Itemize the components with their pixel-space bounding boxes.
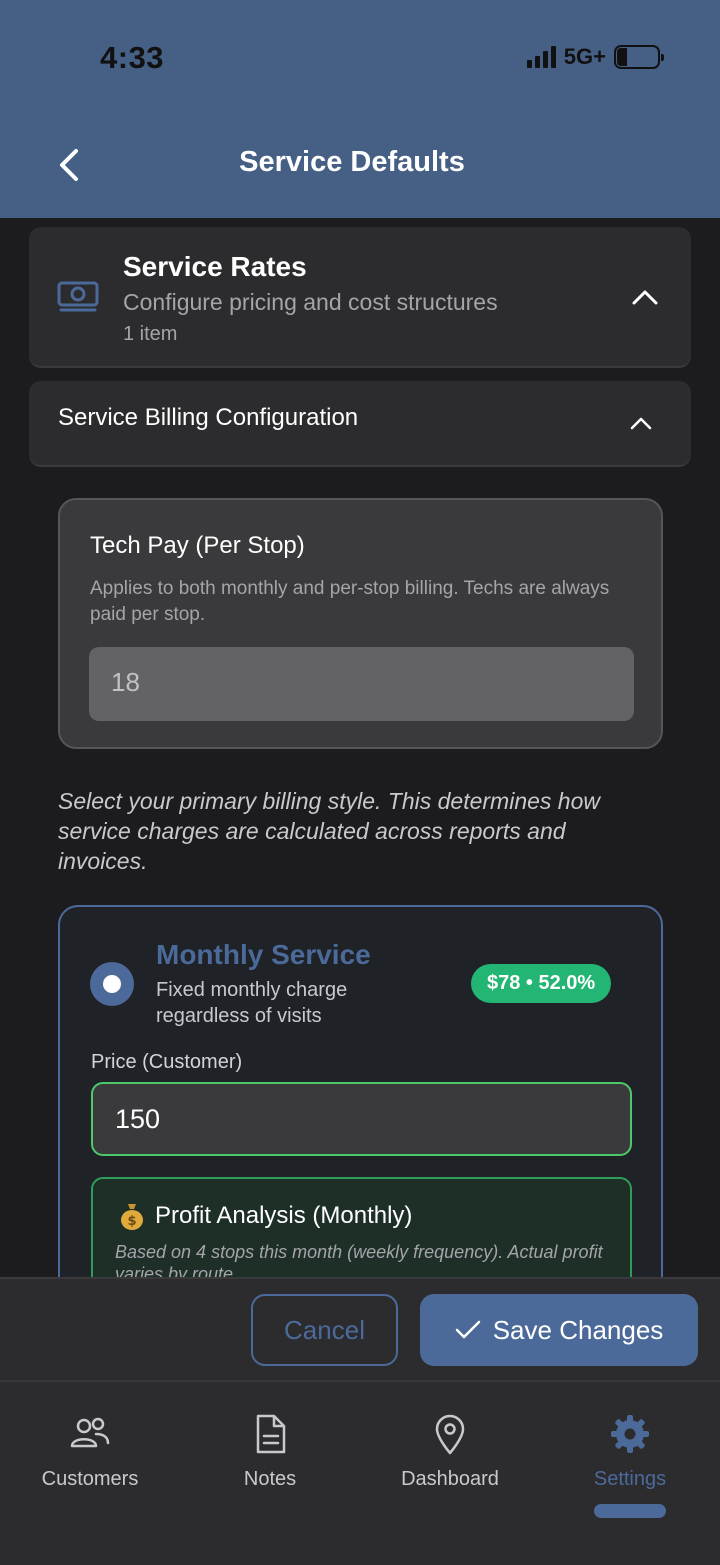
battery-icon: 22 (614, 45, 664, 69)
active-tab-indicator (594, 1504, 666, 1518)
action-bar: Cancel Save Changes (0, 1277, 720, 1380)
tech-pay-card: Tech Pay (Per Stop) Applies to both mont… (58, 498, 663, 749)
save-changes-button[interactable]: Save Changes (420, 1294, 698, 1366)
svg-text:$: $ (127, 1214, 136, 1229)
bottom-tab-bar: Customers Notes Dashboard Settings (0, 1380, 720, 1565)
map-pin-icon (435, 1414, 465, 1455)
chevron-up-icon[interactable] (631, 287, 659, 307)
tab-label: Notes (243, 1468, 297, 1490)
tech-pay-description: Applies to both monthly and per-stop bil… (90, 578, 610, 625)
option-title: Monthly Service (156, 939, 371, 970)
tab-customers[interactable]: Customers (0, 1412, 180, 1491)
tab-label: Dashboard (401, 1468, 499, 1490)
section-title: Service Billing Configuration (58, 404, 359, 431)
tab-label: Settings (593, 1468, 667, 1490)
status-indicators: 5G+ 22 (526, 44, 664, 70)
signal-icon (526, 46, 556, 68)
network-label: 5G+ (563, 44, 606, 69)
save-label: Save Changes (492, 1314, 664, 1345)
radio-selected[interactable] (90, 962, 134, 1006)
profit-analysis-title-row: $ Profit Analysis (Monthly) (119, 1201, 412, 1231)
battery-level: 22 (627, 47, 647, 66)
section-title: Service Rates (123, 251, 307, 282)
app-header: 4:33 5G+ 22 Service Defaults (0, 0, 720, 218)
tab-dashboard[interactable]: Dashboard (360, 1412, 540, 1491)
money-bag-icon: $ (121, 1204, 143, 1230)
section-subtitle: Configure pricing and cost structures (123, 289, 498, 315)
users-icon (70, 1417, 110, 1448)
price-label: Price (Customer) (91, 1051, 243, 1073)
tab-notes[interactable]: Notes (180, 1412, 360, 1491)
document-icon (256, 1414, 286, 1454)
tech-pay-input[interactable]: 18 (89, 647, 634, 721)
option-description: Fixed monthly charge regardless of visit… (156, 979, 348, 1027)
service-rates-section[interactable]: Service Rates Configure pricing and cost… (29, 227, 691, 368)
cancel-button[interactable]: Cancel (251, 1294, 398, 1366)
billing-style-intro: Select your primary billing style. This … (58, 788, 600, 874)
gear-icon (611, 1415, 649, 1453)
tab-settings[interactable]: Settings (540, 1412, 720, 1491)
profit-analysis-title: Profit Analysis (Monthly) (155, 1202, 413, 1229)
page-title: Service Defaults (239, 146, 465, 178)
money-icon (57, 281, 99, 312)
profit-badge: $78 • 52.0% (471, 964, 612, 1003)
status-time: 4:33 (100, 40, 165, 75)
tab-label: Customers (41, 1468, 139, 1490)
price-input[interactable]: 150 (91, 1082, 632, 1156)
billing-configuration-section[interactable]: Service Billing Configuration (29, 381, 691, 467)
tech-pay-title: Tech Pay (Per Stop) (90, 532, 305, 559)
monthly-service-option[interactable]: Monthly Service Fixed monthly charge reg… (58, 905, 663, 1327)
checkmark-icon (455, 1320, 480, 1339)
section-item-count: 1 item (123, 323, 178, 345)
chevron-up-icon[interactable] (629, 415, 653, 431)
